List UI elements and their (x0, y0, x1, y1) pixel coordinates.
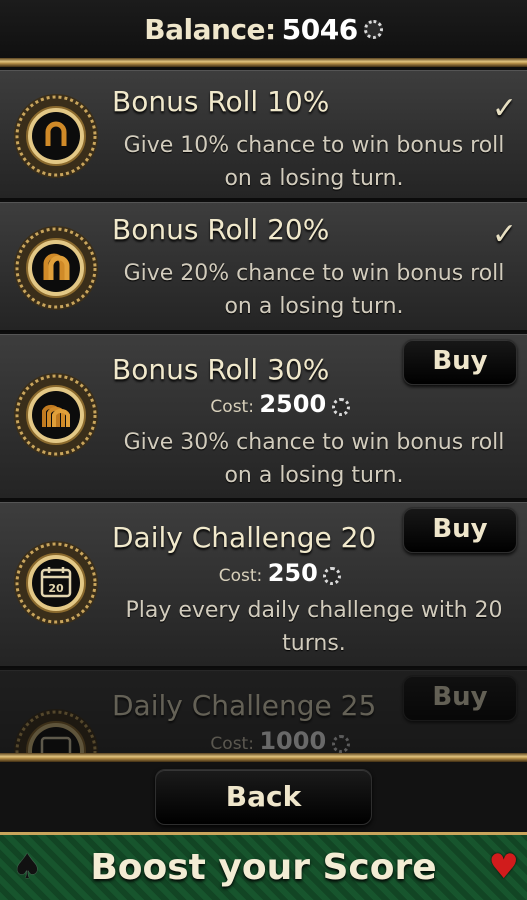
item-cost: Cost: 1000 (110, 727, 450, 753)
list-item[interactable]: 20 Daily Challenge 20 Buy Cost: 250 Play… (0, 502, 527, 668)
item-title: Daily Challenge 25 (112, 689, 377, 722)
coin-icon (323, 567, 342, 585)
balance-display: Balance: 5046 (144, 12, 383, 46)
cost-value: 250 (267, 559, 318, 587)
buy-button[interactable]: Buy (403, 507, 517, 553)
list-item[interactable]: Bonus Roll 10% ✓ Give 10% chance to win … (0, 70, 527, 200)
buy-button[interactable]: Buy (403, 339, 517, 385)
item-description: Give 30% chance to win bonus roll on a l… (123, 430, 505, 488)
horseshoe-1-icon (12, 92, 100, 180)
cost-value: 2500 (259, 390, 327, 418)
cost-label: Cost: (210, 397, 254, 417)
owned-check-icon: ✓ (491, 217, 517, 252)
boost-banner: ♠ Boost your Score ♥ (0, 832, 527, 900)
item-description: Give 20% chance to win bonus roll on a l… (123, 261, 505, 319)
cost-label: Cost: (210, 734, 254, 753)
item-description: Give 10% chance to win bonus roll on a l… (123, 133, 505, 191)
banner-title: Boost your Score (90, 847, 437, 888)
footer-bar: Back (0, 762, 527, 832)
item-cost: Cost: 250 (110, 559, 450, 587)
coin-icon (363, 19, 383, 39)
gold-divider-top (0, 58, 527, 67)
item-title: Daily Challenge 20 (112, 521, 377, 554)
buy-button[interactable]: Buy (403, 675, 517, 721)
item-description: Play every daily challenge with 20 turns… (125, 598, 503, 656)
calendar-day: 20 (48, 582, 64, 595)
horseshoe-2-icon (12, 224, 100, 312)
calendar-icon: 20 (12, 539, 100, 627)
coin-icon (331, 398, 350, 416)
item-title: Bonus Roll 10% (112, 85, 330, 118)
list-item[interactable]: Bonus Roll 30% Buy Cost: 2500 Give 30% c… (0, 334, 527, 500)
item-title: Bonus Roll 30% (112, 353, 330, 386)
cost-value: 1000 (259, 727, 327, 753)
list-item[interactable]: Bonus Roll 20% ✓ Give 20% chance to win … (0, 202, 527, 332)
coin-icon (331, 735, 350, 753)
balance-label: Balance: (144, 12, 276, 46)
item-cost: Cost: 2500 (110, 390, 450, 418)
calendar-icon (12, 707, 100, 753)
shop-list[interactable]: Bonus Roll 10% ✓ Give 10% chance to win … (0, 70, 527, 753)
balance-value: 5046 (281, 12, 358, 46)
balance-header: Balance: 5046 (0, 0, 527, 58)
back-button[interactable]: Back (155, 769, 372, 825)
heart-icon: ♥ (488, 847, 519, 887)
item-title: Bonus Roll 20% (112, 213, 330, 246)
cost-label: Cost: (218, 566, 263, 586)
owned-check-icon: ✓ (491, 91, 517, 126)
gold-divider-bottom (0, 753, 527, 762)
spade-icon: ♠ (12, 847, 43, 887)
list-item[interactable]: Daily Challenge 25 Buy Cost: 1000 (0, 670, 527, 753)
horseshoe-3-icon (12, 371, 100, 459)
